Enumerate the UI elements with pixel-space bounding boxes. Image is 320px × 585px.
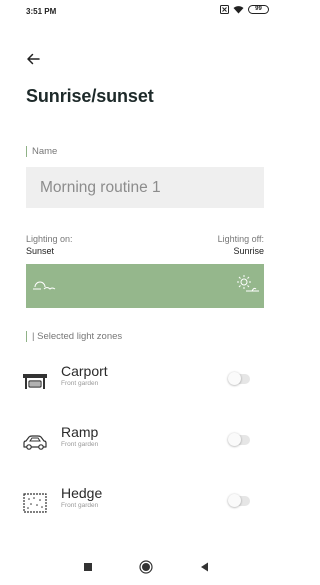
system-nav-bar	[0, 549, 281, 585]
home-button[interactable]	[139, 560, 153, 574]
zone-subtitle: Front garden	[61, 380, 99, 387]
wifi-icon	[233, 6, 244, 14]
sun-timeline-band[interactable]	[26, 264, 264, 308]
back-button[interactable]	[26, 52, 42, 68]
zone-toggle-carport[interactable]	[228, 372, 250, 385]
toggle-knob	[228, 494, 241, 507]
recent-apps-button[interactable]	[84, 563, 92, 571]
lighting-on-caption: Lighting on:	[26, 234, 73, 244]
zones-label-text: | Selected light zones	[32, 331, 123, 343]
toggle-knob	[228, 372, 241, 385]
zone-text: Hedge Front garden	[61, 485, 102, 509]
battery-level: 99	[255, 6, 262, 12]
name-label: Name	[26, 146, 57, 157]
label-accent-bar	[26, 146, 27, 157]
zone-item-hedge: Hedge Front garden	[22, 485, 264, 525]
zone-toggle-hedge[interactable]	[228, 494, 250, 507]
zone-toggle-ramp[interactable]	[228, 433, 250, 446]
system-back-button[interactable]	[200, 562, 209, 572]
name-input[interactable]	[26, 167, 264, 208]
status-icons: 99	[220, 5, 269, 14]
lighting-off-value: Sunrise	[233, 246, 264, 256]
car-icon	[23, 435, 47, 450]
zone-item-ramp: Ramp Front garden	[22, 424, 264, 464]
zone-subtitle: Front garden	[61, 441, 99, 448]
zone-name: Carport	[61, 363, 108, 379]
name-label-text: Name	[32, 146, 58, 158]
zone-name: Hedge	[61, 485, 103, 501]
sunset-icon	[33, 281, 56, 290]
zone-subtitle: Front garden	[61, 502, 99, 509]
lighting-off: Lighting off: Sunrise	[218, 234, 264, 256]
lighting-on-value: Sunset	[26, 246, 55, 256]
carport-icon	[23, 374, 47, 389]
battery-icon: 99	[248, 5, 269, 14]
sim-icon	[220, 5, 229, 14]
zone-text: Carport Front garden	[61, 363, 108, 387]
zone-item-carport: Carport Front garden	[22, 363, 264, 403]
status-time: 3:51 PM	[26, 7, 57, 16]
toggle-knob	[228, 433, 241, 446]
hedge-icon	[23, 493, 47, 513]
zone-text: Ramp Front garden	[61, 424, 98, 448]
page-title: Sunrise/sunset	[26, 86, 154, 106]
arrow-left-icon	[27, 53, 40, 65]
lighting-on: Lighting on: Sunset	[26, 234, 73, 256]
status-bar: 3:51 PM 99	[0, 0, 281, 22]
label-accent-bar	[26, 331, 27, 342]
lighting-off-caption: Lighting off:	[217, 234, 264, 244]
zone-name: Ramp	[61, 424, 99, 440]
sunrise-icon	[237, 275, 259, 292]
zones-label: | Selected light zones	[26, 331, 122, 342]
